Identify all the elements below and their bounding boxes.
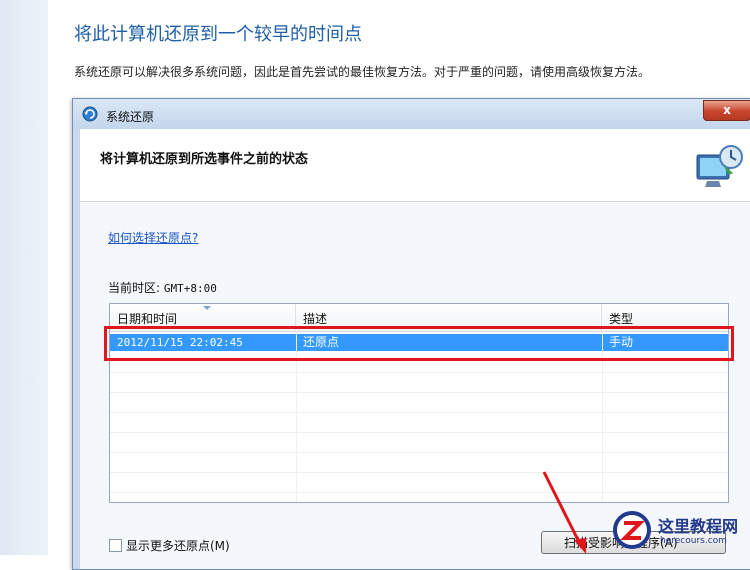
grid-line [110,452,728,453]
dialog-title: 系统还原 [106,110,155,124]
dialog-header: 将计算机还原到所选事件之前的状态 [80,129,750,202]
selected-row-highlight [104,326,734,361]
grid-line [110,392,728,393]
sort-arrow-icon [203,306,211,310]
site-watermark: 这里教程网 herecours.com [600,500,750,555]
grid-line [110,372,728,373]
watermark-name: 这里教程网 [658,517,739,536]
show-more-label: 显示更多还原点(M) [126,539,230,553]
dialog-titlebar[interactable]: 系统还原 x [73,99,750,129]
show-more-checkbox[interactable] [109,539,122,552]
timezone-row: 当前时区: GMT+8:00 [108,279,217,296]
red-arrow-annotation [542,471,586,554]
grid-line [110,412,728,413]
timezone-label: 当前时区: [108,281,161,295]
monitor-restore-icon [696,145,743,187]
grid-line [110,472,728,473]
show-more-restore-points[interactable]: 显示更多还原点(M) [109,537,230,554]
watermark-site: herecours.com [660,536,727,546]
dialog-header-text: 将计算机还原到所选事件之前的状态 [100,152,309,167]
page-title: 将此计算机还原到一个较早的时间点 [74,24,362,45]
how-to-choose-link[interactable]: 如何选择还原点? [108,229,198,246]
timezone-value: GMT+8:00 [163,282,217,295]
grid-line [110,432,728,433]
page-description: 系统还原可以解决很多系统问题，因此是首先尝试的最佳恢复方法。对于严重的问题，请使… [74,65,651,79]
system-restore-icon [82,106,98,122]
left-panel-strip [0,0,48,555]
close-button[interactable]: x [703,100,750,121]
watermark-logo-icon [613,511,651,549]
grid-line [110,492,728,493]
